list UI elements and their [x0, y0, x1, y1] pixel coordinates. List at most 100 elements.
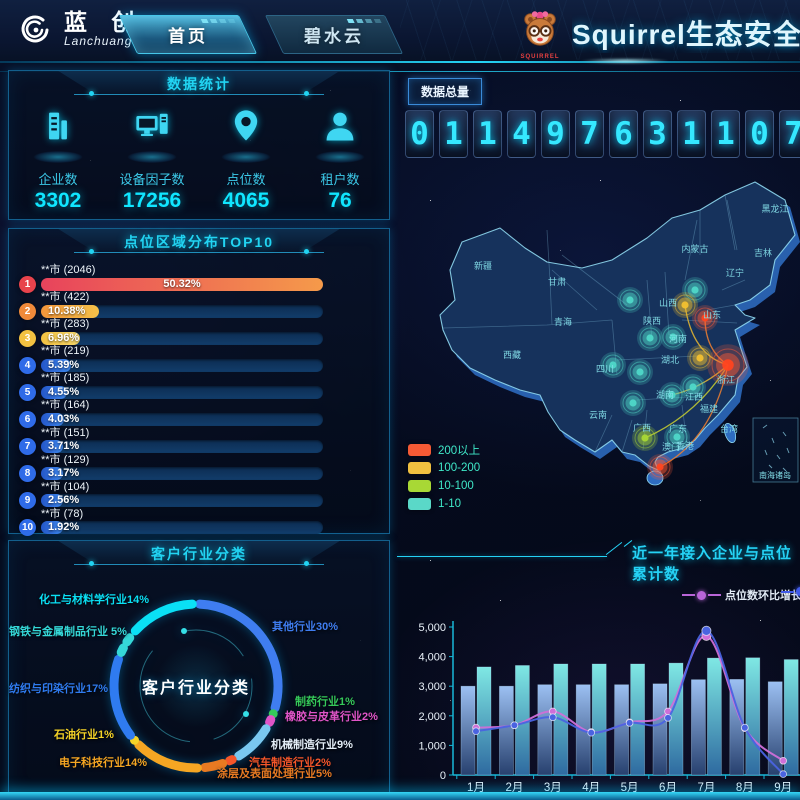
- panel-title: 数据统计: [9, 74, 389, 94]
- y-axis-tick-label: 0: [440, 770, 446, 782]
- bar: [538, 685, 552, 775]
- top10-city-label: **市 (219): [41, 345, 389, 358]
- rank-badge: 3: [19, 330, 36, 347]
- bar-percent-label: 3.71%: [48, 440, 79, 453]
- stat-tenants: 租户数 76: [294, 105, 386, 213]
- bar: [691, 680, 705, 775]
- nav-tabs: 首页 碧水云: [128, 15, 394, 54]
- province-label: 湖北: [661, 355, 679, 365]
- bar-track: 1.92%: [41, 521, 323, 534]
- header-divider-line: [0, 61, 800, 63]
- tab-bishuiyun[interactable]: 碧水云: [265, 15, 403, 54]
- legend-dot: [796, 587, 800, 596]
- rank-badge: 9: [19, 492, 36, 509]
- industry-label: 制药行业1%: [295, 693, 355, 709]
- bar: [477, 667, 491, 775]
- stats-panel: 数据统计 企业数 3302: [8, 70, 390, 220]
- map-mainland: [440, 182, 795, 470]
- province-label: 澳门: [662, 441, 680, 452]
- map-heat-spot: [647, 454, 673, 480]
- counter-digit: 1: [439, 110, 468, 158]
- province-label: 台湾: [720, 423, 738, 434]
- bar-percent-label: 50.32%: [41, 278, 323, 291]
- building-icon: [39, 107, 77, 145]
- bar: [499, 686, 513, 775]
- province-label: 云南: [589, 409, 607, 420]
- bar-track: 3.71%: [41, 440, 323, 453]
- y-axis-tick-label: 2,000: [418, 711, 446, 723]
- south-china-sea-inset: 南海诸岛: [753, 418, 798, 482]
- y-axis-tick-label: 3,000: [418, 681, 446, 693]
- industry-panel: 客户行业分类 客户行业分类 其他行业30%制药行业1%橡胶与皮革行业2%机械制造…: [8, 540, 390, 797]
- line-point: [780, 757, 787, 764]
- industry-label: 涂层及表面处理行业5%: [217, 765, 332, 781]
- rank-badge: 5: [19, 384, 36, 401]
- panel-header: 数据统计: [9, 71, 389, 101]
- counter-digit: 6: [609, 110, 638, 158]
- bar-track: 50.32%: [41, 278, 323, 291]
- bar-percent-label: 5.39%: [48, 359, 79, 372]
- map-heat-spot: [620, 390, 646, 416]
- bar: [615, 685, 629, 775]
- counter-digit: 1: [677, 110, 706, 158]
- line-point: [549, 714, 556, 721]
- bar-percent-label: 3.17%: [48, 467, 79, 480]
- counter-digit: 4: [507, 110, 536, 158]
- combo-chart: 01,0002,0003,0004,0005,0001月2月3月4月5月6月7月…: [400, 608, 800, 800]
- province-label: 辽宁: [726, 267, 744, 278]
- bar-track: 6.96%: [41, 332, 323, 345]
- industry-donut-chart: 客户行业分类 其他行业30%制药行业1%橡胶与皮革行业2%机械制造行业9%汽车制…: [9, 571, 389, 797]
- chart-title-decoration: [397, 556, 607, 557]
- top10-city-label: **市 (422): [41, 291, 389, 304]
- province-label: 四川: [596, 364, 614, 374]
- rank-badge: 4: [19, 357, 36, 374]
- device-icon: [133, 107, 171, 145]
- top10-row: **市 (104) 9 2.56%: [19, 481, 389, 508]
- bar: [784, 660, 798, 775]
- line-point: [588, 729, 595, 736]
- top10-row: **市 (219) 4 5.39%: [19, 345, 389, 372]
- province-label: 黑龙江: [761, 203, 788, 214]
- industry-label: 纺织与印染行业17%: [9, 680, 108, 696]
- bottom-glow-bar: [0, 792, 800, 800]
- top10-row: **市 (283)36.96%: [19, 318, 389, 345]
- panel-title: 客户行业分类: [9, 544, 389, 564]
- industry-label: 电子科技行业14%: [59, 754, 147, 770]
- line-point: [626, 720, 633, 727]
- legend-item-clipped[interactable]: [781, 587, 800, 596]
- combo-chart-title: 近一年接入企业与点位累计数: [632, 542, 800, 584]
- divider-glint: [580, 58, 670, 64]
- top10-row: **市 (151)73.71%: [19, 427, 389, 454]
- donut-segment: [121, 637, 130, 653]
- y-axis-tick-label: 4,000: [418, 652, 446, 664]
- rank-badge: 1: [19, 276, 36, 293]
- top10-row: **市 (129) 8 3.17%: [19, 454, 389, 481]
- top10-city-label: **市 (164): [41, 399, 389, 412]
- bar-percent-label: 2.56%: [48, 494, 79, 507]
- donut-segment: [270, 720, 271, 723]
- legend-swatch: [408, 480, 431, 492]
- lanchuang-logo-icon: [14, 8, 56, 50]
- rank-badge: 10: [19, 519, 36, 536]
- map-legend-item: 1-10: [408, 495, 480, 512]
- rank-badge: 8: [19, 465, 36, 482]
- panel-title: 点位区域分布TOP10: [9, 232, 389, 252]
- rank-badge: 2: [19, 303, 36, 320]
- map-legend-item: 100-200: [408, 459, 480, 476]
- top10-city-label: **市 (129): [41, 454, 389, 467]
- top10-row: **市 (2046) 1 50.32%: [19, 264, 389, 291]
- province-label: 吉林: [754, 247, 772, 258]
- legend-swatch: [408, 444, 431, 456]
- top10-city-label: **市 (104): [41, 481, 389, 494]
- province-label: 福建: [700, 403, 718, 414]
- bar-track: 4.55%: [41, 386, 323, 399]
- province-label: 西藏: [503, 349, 521, 360]
- map-heat-spot: [627, 359, 653, 385]
- bar-track: 5.39%: [41, 359, 323, 372]
- industry-label: 机械制造行业9%: [271, 736, 353, 752]
- province-label: 山东: [703, 309, 721, 320]
- top10-city-label: **市 (2046): [41, 264, 389, 277]
- tab-home[interactable]: 首页: [119, 15, 257, 54]
- location-pin-icon: [227, 107, 265, 145]
- province-label: 广东: [669, 423, 687, 434]
